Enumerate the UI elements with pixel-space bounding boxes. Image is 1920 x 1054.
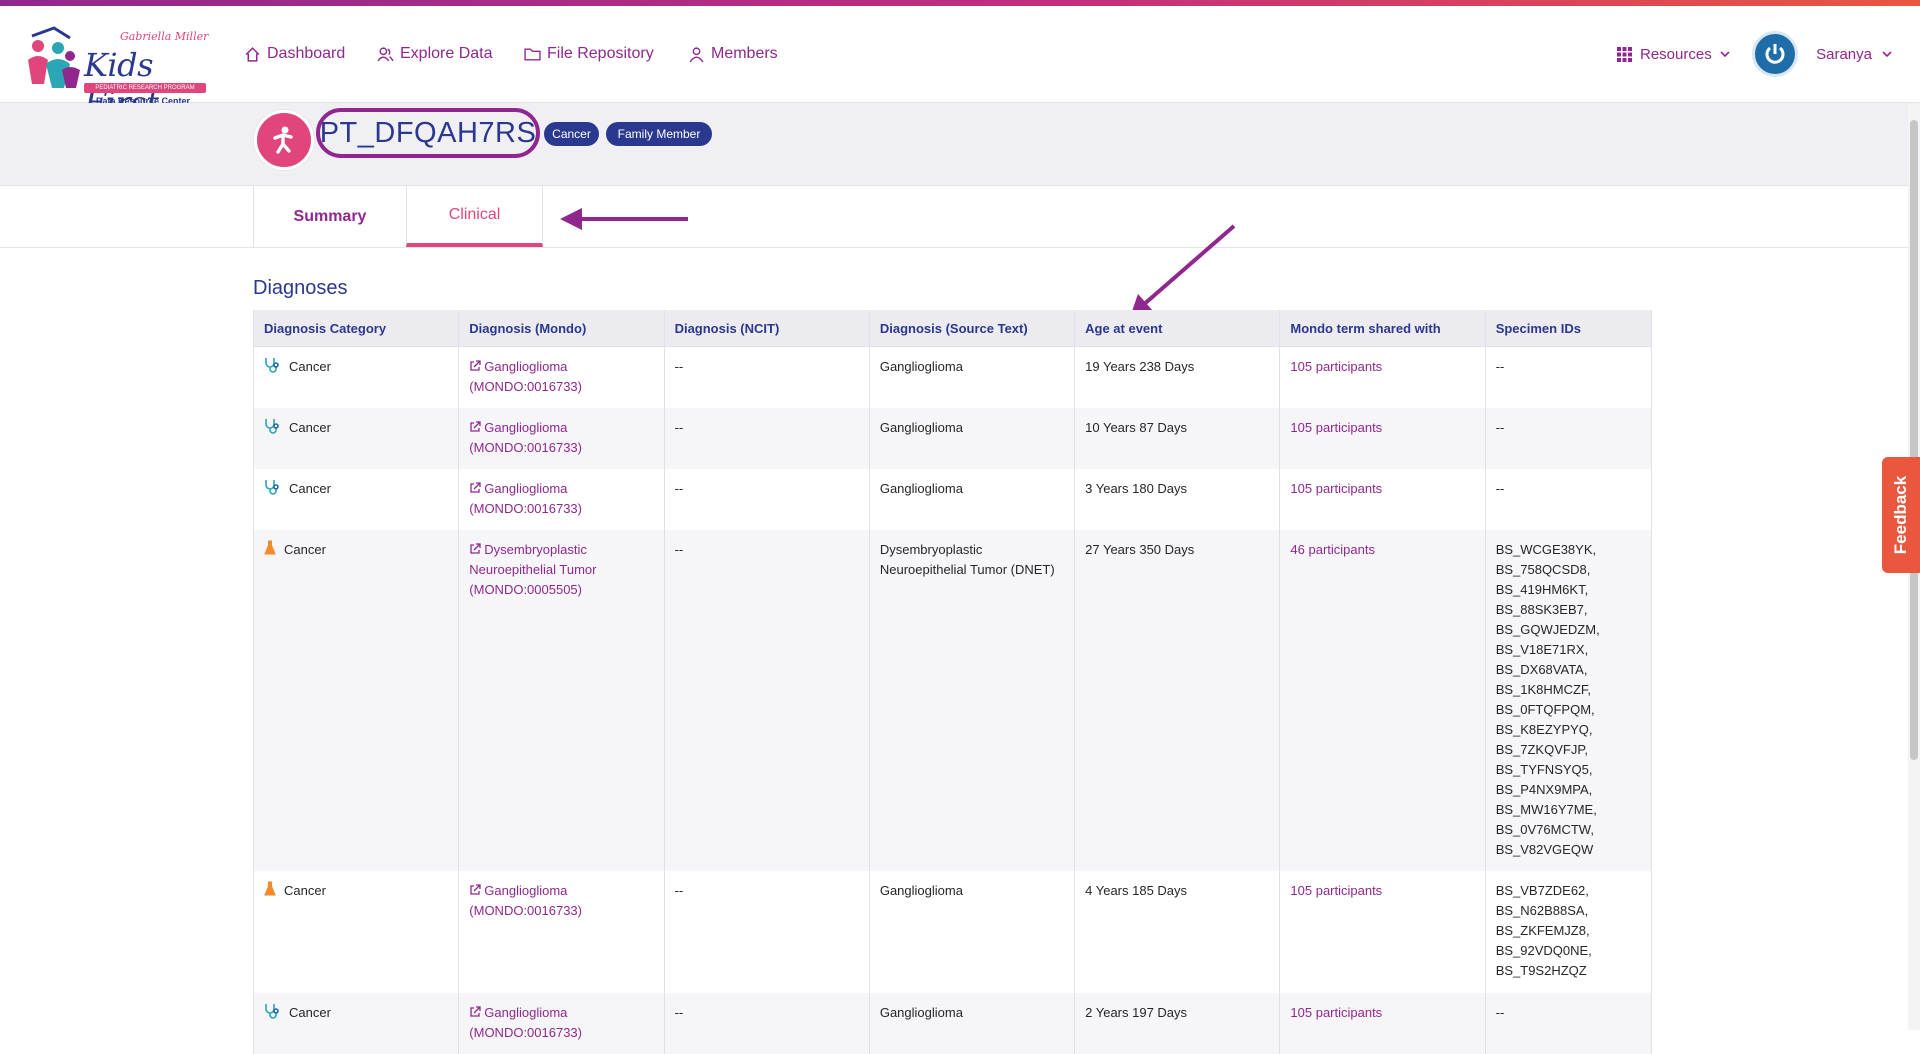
tag-cancer: Cancer [544, 122, 599, 146]
table-row: Cancer Ganglioglioma (MONDO:0016733) -- … [253, 346, 1653, 408]
mondo-link[interactable]: Dysembryoplastic Neuroepithelial Tumor (… [469, 542, 596, 597]
participant-icon [254, 110, 314, 170]
category-cell: Cancer [264, 479, 448, 499]
table-header-row: Diagnosis Category Diagnosis (Mondo) Dia… [253, 310, 1653, 347]
scrollbar-thumb[interactable] [1910, 120, 1918, 760]
stethoscope-icon [265, 418, 279, 434]
users-icon [377, 46, 394, 61]
kids-first-logo[interactable]: Gabriella Miller Kids First PEDIATRIC RE… [24, 22, 209, 122]
table-row: Cancer Dysembryoplastic Neuroepithelial … [253, 529, 1653, 871]
nav-dashboard[interactable]: Dashboard [244, 6, 345, 102]
tab-clinical[interactable]: Clinical [406, 186, 543, 247]
category-cell: Cancer [264, 540, 448, 560]
apps-grid-icon [1617, 46, 1632, 62]
table-row: Cancer Ganglioglioma (MONDO:0016733) -- … [253, 992, 1653, 1054]
shared-participants-link[interactable]: 105 participants [1290, 883, 1382, 898]
category-cell: Cancer [264, 418, 448, 438]
flask-icon [264, 540, 276, 554]
table-row: Cancer Ganglioglioma (MONDO:0016733) -- … [253, 468, 1653, 530]
col-specimen-ids[interactable]: Specimen IDs [1485, 310, 1653, 347]
mondo-link[interactable]: Ganglioglioma (MONDO:0016733) [469, 1005, 582, 1040]
external-link-icon [470, 420, 481, 432]
col-diagnosis-ncit[interactable]: Diagnosis (NCIT) [664, 310, 870, 347]
nav-explore-data[interactable]: Explore Data [377, 6, 493, 102]
nav-file-repository[interactable]: File Repository [524, 6, 654, 102]
tabs-bar: Summary Clinical [0, 185, 1908, 248]
mondo-link[interactable]: Ganglioglioma (MONDO:0016733) [469, 359, 582, 394]
category-cell: Cancer [264, 881, 448, 901]
table-row: Cancer Ganglioglioma (MONDO:0016733) -- … [253, 407, 1653, 469]
category-cell: Cancer [264, 1003, 448, 1023]
col-mondo-shared-with[interactable]: Mondo term shared with [1279, 310, 1486, 347]
person-running-icon [273, 126, 293, 154]
flask-icon [264, 881, 276, 895]
user-icon [689, 46, 704, 62]
kids-figures-icon [28, 26, 80, 88]
nav-members[interactable]: Members [688, 6, 778, 102]
chevron-down-icon [1720, 51, 1730, 58]
external-link-icon [470, 883, 481, 895]
resources-menu[interactable]: Resources [1617, 6, 1730, 102]
stethoscope-icon [265, 358, 279, 373]
shared-participants-link[interactable]: 105 participants [1290, 359, 1382, 374]
mondo-link[interactable]: Ganglioglioma (MONDO:0016733) [469, 420, 582, 455]
external-link-icon [470, 1005, 481, 1017]
user-menu[interactable]: Saranya [1752, 6, 1892, 102]
feedback-button[interactable]: Feedback [1882, 457, 1920, 573]
home-icon [245, 46, 260, 62]
col-diagnosis-mondo[interactable]: Diagnosis (Mondo) [458, 310, 665, 347]
shared-participants-link[interactable]: 105 participants [1290, 1005, 1382, 1020]
stethoscope-icon [265, 1003, 279, 1019]
col-diagnosis-category[interactable]: Diagnosis Category [253, 310, 460, 347]
category-cell: Cancer [264, 357, 448, 377]
mondo-link[interactable]: Ganglioglioma (MONDO:0016733) [469, 481, 582, 516]
stethoscope-icon [265, 479, 279, 495]
col-diagnosis-source-text[interactable]: Diagnosis (Source Text) [869, 310, 1076, 347]
section-title-diagnoses: Diagnoses [253, 277, 348, 299]
power-avatar-icon [1765, 44, 1785, 64]
chevron-down-icon [1882, 51, 1892, 58]
external-link-icon [470, 360, 481, 371]
participant-id-title: PT_DFQAH7RS [316, 108, 540, 158]
col-age-at-event[interactable]: Age at event [1074, 310, 1281, 347]
tab-summary[interactable]: Summary [253, 186, 407, 247]
external-link-icon [470, 481, 481, 493]
external-link-icon [470, 542, 481, 554]
avatar [1752, 31, 1799, 77]
diagnoses-table: Diagnosis Category Diagnosis (Mondo) Dia… [253, 310, 1653, 1054]
shared-participants-link[interactable]: 46 participants [1290, 542, 1375, 557]
folder-icon [524, 47, 541, 61]
shared-participants-link[interactable]: 105 participants [1290, 481, 1382, 496]
shared-participants-link[interactable]: 105 participants [1290, 420, 1382, 435]
table-row: Cancer Ganglioglioma (MONDO:0016733) -- … [253, 870, 1653, 993]
app-header: Gabriella Miller Kids First PEDIATRIC RE… [0, 6, 1920, 122]
mondo-link[interactable]: Ganglioglioma (MONDO:0016733) [469, 883, 582, 918]
tag-family-member: Family Member [606, 122, 712, 146]
